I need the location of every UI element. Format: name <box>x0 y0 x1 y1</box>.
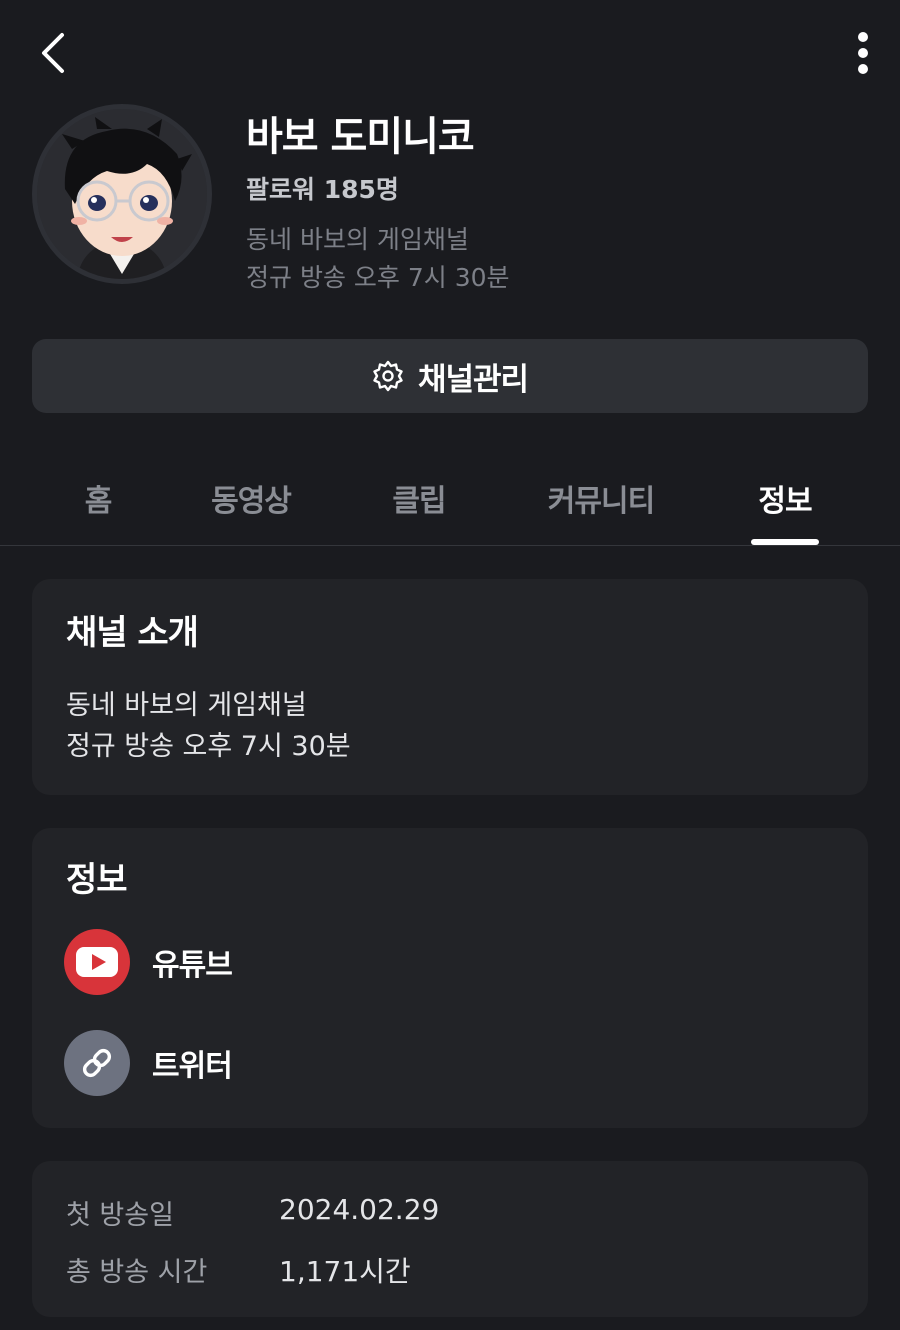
youtube-link[interactable]: 유튜브 <box>64 928 233 996</box>
channel-name: 바보 도미니코 <box>246 114 475 160</box>
tab-clips[interactable]: 클립 <box>370 462 468 546</box>
link-icon <box>64 1030 130 1096</box>
more-options-button[interactable] <box>840 22 886 84</box>
channel-intro-card: 채널 소개 동네 바보의 게임채널 정규 방송 오후 7시 30분 <box>32 579 868 795</box>
channel-description-line: 정규 방송 오후 7시 30분 <box>246 263 510 292</box>
twitter-link[interactable]: 트위터 <box>64 1029 233 1097</box>
chevron-left-icon <box>42 33 64 73</box>
top-bar <box>0 0 900 105</box>
tab-community[interactable]: 커뮤니티 <box>528 462 674 546</box>
channel-manage-button[interactable]: 채널관리 <box>32 339 868 413</box>
channel-intro-line: 동네 바보의 게임채널 <box>66 690 307 721</box>
youtube-icon <box>64 929 130 995</box>
channel-intro-line: 정규 방송 오후 7시 30분 <box>66 731 351 762</box>
channel-tabs: 홈 동영상 클립 커뮤니티 정보 <box>0 462 900 546</box>
youtube-link-label: 유튜브 <box>152 948 233 983</box>
avatar-illustration <box>37 109 207 279</box>
tab-videos[interactable]: 동영상 <box>190 462 312 546</box>
first-broadcast-value: 2024.02.29 <box>279 1193 440 1226</box>
avatar[interactable] <box>32 104 212 284</box>
tab-home[interactable]: 홈 <box>60 462 136 546</box>
broadcast-stats-card: 첫 방송일 2024.02.29 총 방송 시간 1,171시간 <box>32 1161 868 1317</box>
channel-manage-label: 채널관리 <box>417 361 529 398</box>
channel-profile: 바보 도미니코 팔로워 185명 동네 바보의 게임채널 정규 방송 오후 7시… <box>32 104 872 294</box>
active-tab-indicator <box>751 539 819 545</box>
follower-count: 팔로워 185명 <box>246 175 399 204</box>
total-broadcast-time-value: 1,171시간 <box>279 1255 411 1288</box>
channel-info-title: 정보 <box>66 860 128 900</box>
more-vertical-icon <box>858 32 868 74</box>
back-button[interactable] <box>28 22 78 84</box>
gear-icon <box>373 360 403 392</box>
channel-info-card: 정보 유튜브 트위터 <box>32 828 868 1128</box>
channel-intro-title: 채널 소개 <box>66 613 199 653</box>
twitter-link-label: 트위터 <box>152 1049 233 1084</box>
first-broadcast-label: 첫 방송일 <box>66 1200 174 1231</box>
tab-info[interactable]: 정보 <box>739 462 831 546</box>
channel-description-line: 동네 바보의 게임채널 <box>246 225 469 254</box>
total-broadcast-time-label: 총 방송 시간 <box>66 1257 208 1288</box>
